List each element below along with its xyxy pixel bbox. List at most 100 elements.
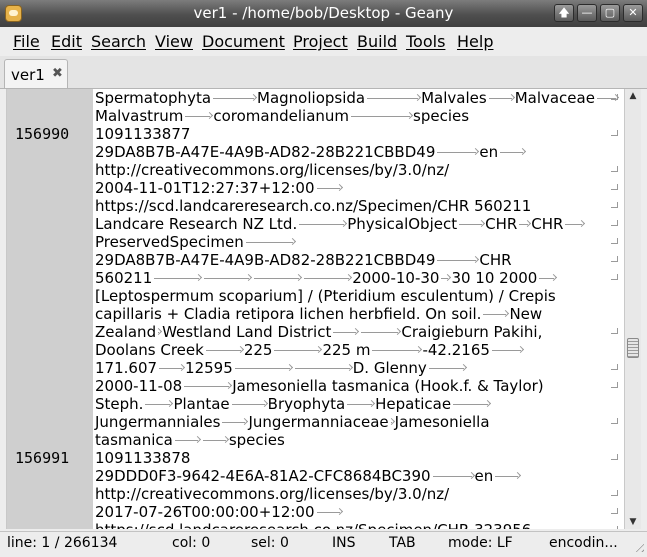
text-line[interactable]: [Leptospermum scoparium] / (Pteridium es…	[95, 287, 556, 305]
tab-arrow-icon	[252, 269, 302, 287]
text-line[interactable]: 29DA8B7B-A47E-4A9B-AD82-28B221CBBD49 CHR	[95, 251, 512, 269]
tab-arrow-icon	[297, 215, 347, 233]
menu-file[interactable]: File	[13, 32, 40, 51]
field-text: Doolans Creek	[95, 341, 204, 359]
field-text: 171.607	[95, 359, 158, 377]
field-text: species	[413, 107, 470, 125]
field-text: https://scd.landcareresearch.co.nz/Speci…	[95, 521, 531, 529]
text-line[interactable]: 2004-11-01T12:27:37+12:00	[95, 179, 343, 197]
tab-arrow-icon	[315, 503, 343, 521]
line-wrap-icon	[610, 417, 620, 427]
text-line[interactable]: Steph. Plantae Bryophyta Hepaticae	[95, 395, 491, 413]
tab-arrow-icon	[563, 215, 585, 233]
line-wrap-icon	[610, 453, 620, 463]
tab-arrow-icon	[431, 467, 475, 485]
text-line[interactable]: Spermatophyta Magnoliopsida Malvales Malvac…	[95, 89, 619, 107]
line-wrap-icon	[610, 165, 620, 175]
tab-close-icon[interactable]: ✖	[52, 66, 63, 81]
maximize-button[interactable]: ▢	[600, 4, 620, 22]
menu-project[interactable]: Project	[293, 32, 348, 51]
line-wrap-icon	[610, 201, 620, 211]
field-text: Jungermanniales	[95, 413, 221, 431]
scroll-down-arrow-icon[interactable]: ▼	[627, 516, 639, 528]
text-line[interactable]: PreservedSpecimen	[95, 233, 296, 251]
text-line[interactable]: 2017-07-26T00:00:00+12:00	[95, 503, 343, 521]
tab-ver1[interactable]: ver1 ✖	[4, 59, 68, 88]
tab-arrow-icon	[537, 269, 557, 287]
vertical-scrollbar[interactable]: ▲ ▼	[624, 89, 641, 529]
editor-area[interactable]: 156990 156991 Spermatophyta Magnoliopsida M…	[6, 89, 625, 529]
field-text: Jamesoniella	[394, 413, 490, 431]
line-wrap-icon	[610, 363, 620, 373]
resize-grip-icon[interactable]	[632, 540, 644, 552]
field-text: en	[474, 467, 494, 485]
field-text: 225 m	[322, 341, 371, 359]
tab-arrow-icon	[230, 395, 268, 413]
title-bar[interactable]: ver1 - /home/bob/Desktop - Geany 🡅 — ▢ ✕	[0, 0, 647, 27]
text-line[interactable]: 171.607 12595 D. Glenny	[95, 359, 467, 377]
tab-arrow-icon	[204, 341, 244, 359]
text-line[interactable]: 29DA8B7B-A47E-4A9B-AD82-28B221CBBD49 en	[95, 143, 526, 161]
tab-arrow-icon	[302, 269, 352, 287]
scrollbar-thumb[interactable]	[627, 338, 639, 358]
menu-document[interactable]: Document	[202, 32, 285, 51]
text-line[interactable]: Zealand Westland Land District Craigieburn…	[95, 323, 542, 341]
tab-arrow-icon	[315, 179, 343, 197]
tab-arrow-icon	[451, 395, 491, 413]
field-text: Jamesoniella tasmanica (Hook.f. & Taylor…	[232, 377, 544, 395]
geany-window: ver1 - /home/bob/Desktop - Geany 🡅 — ▢ ✕…	[0, 0, 647, 557]
tab-arrow-icon	[370, 341, 422, 359]
menu-help[interactable]: Help	[457, 32, 493, 51]
text-line[interactable]: Jungermanniales Jungermanniaceae Jamesonie…	[95, 413, 490, 431]
tab-arrow-icon	[389, 413, 395, 431]
menu-edit[interactable]: Edit	[51, 32, 82, 51]
tab-arrow-icon	[202, 269, 252, 287]
text-line[interactable]: http://creativecommons.org/licenses/by/3…	[95, 485, 449, 503]
keep-above-button[interactable]: 🡅	[554, 4, 574, 22]
tab-arrow-icon	[152, 269, 202, 287]
menu-view[interactable]: View	[155, 32, 193, 51]
text-line[interactable]: capillaris + Cladia retipora lichen herb…	[95, 305, 542, 323]
close-window-button[interactable]: ✕	[623, 4, 643, 22]
text-line[interactable]: 29DDD0F3-9642-4E6A-81A2-CFC8684BC390 en	[95, 467, 521, 485]
text-line[interactable]: http://creativecommons.org/licenses/by/3…	[95, 161, 449, 179]
field-text: CHR	[485, 215, 518, 233]
menu-tools[interactable]: Tools	[406, 32, 445, 51]
text-line[interactable]: Malvastrum coromandelianum species	[95, 107, 469, 125]
field-text: PreservedSpecimen	[95, 233, 244, 251]
status-tab: TAB	[389, 535, 416, 551]
text-line[interactable]: https://scd.landcareresearch.co.nz/Speci…	[95, 521, 531, 529]
field-text: en	[479, 143, 499, 161]
tab-arrow-icon	[173, 431, 201, 449]
menu-build[interactable]: Build	[357, 32, 397, 51]
text-content[interactable]: Spermatophyta Magnoliopsida Malvales Malvac…	[95, 89, 625, 529]
tab-arrow-icon	[490, 341, 524, 359]
field-text: 2017-07-26T00:00:00+12:00	[95, 503, 315, 521]
text-line[interactable]: 2000-11-08 Jamesoniella tasmanica (Hook.f…	[95, 377, 544, 395]
tab-arrow-icon	[493, 467, 521, 485]
tab-arrow-icon	[220, 413, 248, 431]
text-line[interactable]: Doolans Creek 225 225 m -42.2165	[95, 341, 524, 359]
field-text: 560211	[95, 269, 153, 287]
menu-search[interactable]: Search	[91, 32, 146, 51]
text-line[interactable]: https://scd.landcareresearch.co.nz/Speci…	[95, 197, 531, 215]
text-line[interactable]: 1091133877	[95, 125, 190, 143]
text-line[interactable]: 1091133878	[95, 449, 190, 467]
field-text: Zealand	[95, 323, 157, 341]
minimize-button[interactable]: —	[577, 4, 597, 22]
scroll-up-arrow-icon[interactable]: ▲	[627, 90, 639, 102]
field-text: Landcare Research NZ Ltd.	[95, 215, 298, 233]
text-line[interactable]: Landcare Research NZ Ltd. PhysicalObject C…	[95, 215, 585, 233]
window-title: ver1 - /home/bob/Desktop - Geany	[193, 4, 454, 22]
text-line[interactable]: tasmanica species	[95, 431, 285, 449]
field-text: capillaris + Cladia retipora lichen herb…	[95, 305, 482, 323]
line-wrap-icon	[610, 129, 620, 139]
field-text: Magnoliopsida	[257, 89, 366, 107]
line-wrap-icon	[610, 219, 620, 229]
text-line[interactable]: 560211 2000-10-30 30 10 2000	[95, 269, 557, 287]
tab-arrow-icon	[143, 395, 173, 413]
field-text: Craigieburn Pakihi,	[401, 323, 543, 341]
field-text: [Leptospermum scoparium] / (Pteridium es…	[95, 287, 556, 305]
document-tab-bar: ver1 ✖	[0, 56, 647, 89]
field-text: 12595	[185, 359, 233, 377]
